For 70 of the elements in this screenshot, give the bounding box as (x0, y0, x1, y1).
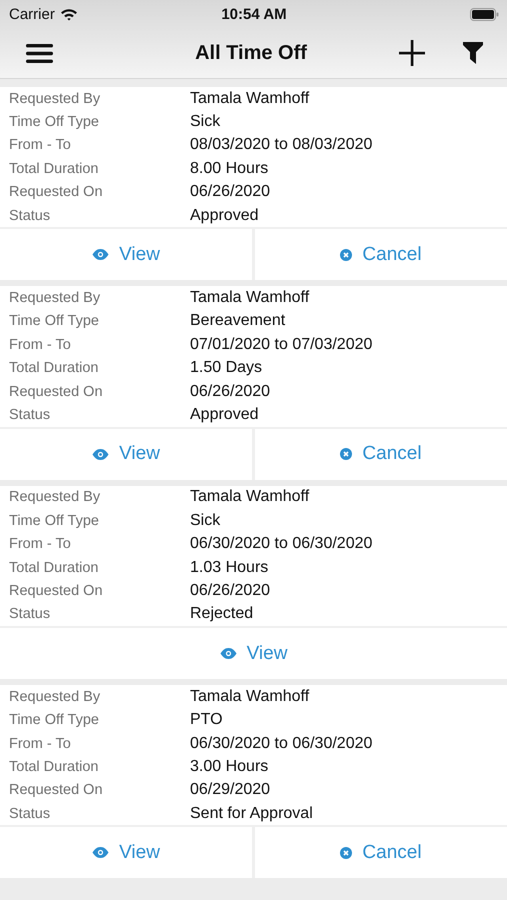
menu-icon[interactable] (26, 44, 53, 62)
field-value: PTO (190, 711, 223, 730)
carrier-name: Carrier (9, 6, 55, 22)
field-value: 8.00 Hours (190, 160, 268, 178)
field-label: Requested On (9, 184, 104, 200)
field-label: Requested By (9, 290, 102, 306)
field-value: Bereavement (190, 312, 286, 330)
close-circle-icon (340, 248, 352, 261)
field-label: Time Off Type (9, 712, 100, 728)
close-circle-icon (340, 448, 352, 460)
field-value: 1.50 Days (190, 359, 262, 378)
field-value: Sick (190, 512, 220, 530)
cancel-button[interactable]: Cancel (255, 827, 507, 878)
field-value: 1.03 Hours (190, 558, 268, 577)
field-label: From - To (9, 336, 72, 353)
field-value: Approved (190, 206, 258, 225)
field-value: Tamala Wamhoff (190, 90, 310, 108)
view-button[interactable]: View (0, 827, 252, 878)
eye-icon (220, 648, 237, 660)
wifi-icon (60, 8, 78, 20)
clock-time: 10:54 AM (221, 6, 287, 22)
view-button[interactable]: View (0, 428, 252, 480)
field-label: From - To (9, 536, 72, 552)
field-value: 3.00 Hours (190, 758, 268, 776)
field-label: Status (9, 606, 52, 622)
field-label: Requested By (9, 90, 102, 107)
field-value: 06/26/2020 (190, 382, 270, 401)
screen-title: All Time Off (194, 42, 308, 64)
field-value: Tamala Wamhoff (190, 688, 310, 706)
field-value: 07/01/2020 to 07/03/2020 (190, 336, 372, 354)
close-circle-icon (340, 846, 352, 859)
field-label: Time Off Type (9, 512, 100, 529)
field-label: Total Duration (9, 160, 100, 177)
field-label: From - To (9, 137, 72, 154)
cancel-button[interactable]: Cancel (255, 229, 507, 280)
field-value: Sick (190, 113, 220, 132)
field-label: Requested By (9, 489, 102, 506)
field-value: 06/30/2020 to 06/30/2020 (190, 535, 372, 554)
battery-icon (470, 8, 499, 20)
field-label: Requested On (9, 582, 104, 599)
field-value: 08/03/2020 to 08/03/2020 (190, 136, 372, 154)
field-label: Requested By (9, 688, 102, 705)
field-label: Time Off Type (9, 313, 100, 330)
field-label: Total Duration (9, 360, 100, 376)
field-value: Tamala Wamhoff (190, 488, 310, 506)
filter-icon[interactable] (463, 42, 483, 64)
field-value: 06/26/2020 (190, 582, 270, 600)
cancel-button[interactable]: Cancel (255, 428, 507, 480)
eye-icon (92, 249, 110, 260)
plus-icon[interactable] (399, 40, 425, 66)
field-value: 06/29/2020 (190, 781, 270, 800)
field-label: Total Duration (9, 758, 100, 775)
field-value: Tamala Wamhoff (190, 289, 310, 308)
field-value: Approved (190, 406, 258, 424)
view-button[interactable]: View (0, 628, 507, 680)
field-label: Status (9, 806, 52, 822)
field-label: Status (9, 406, 52, 423)
field-label: Status (9, 208, 52, 224)
field-label: Requested On (9, 782, 104, 798)
field-label: Time Off Type (9, 114, 100, 130)
field-value: Rejected (190, 605, 254, 624)
field-label: From - To (9, 736, 72, 752)
eye-icon (92, 847, 110, 858)
field-value: 06/26/2020 (190, 183, 270, 202)
field-value: 06/30/2020 to 06/30/2020 (190, 734, 372, 752)
field-label: Total Duration (9, 560, 100, 576)
eye-icon (92, 448, 110, 460)
field-value: Sent for Approval (190, 804, 313, 823)
view-button[interactable]: View (0, 229, 252, 280)
field-label: Requested On (9, 384, 104, 400)
